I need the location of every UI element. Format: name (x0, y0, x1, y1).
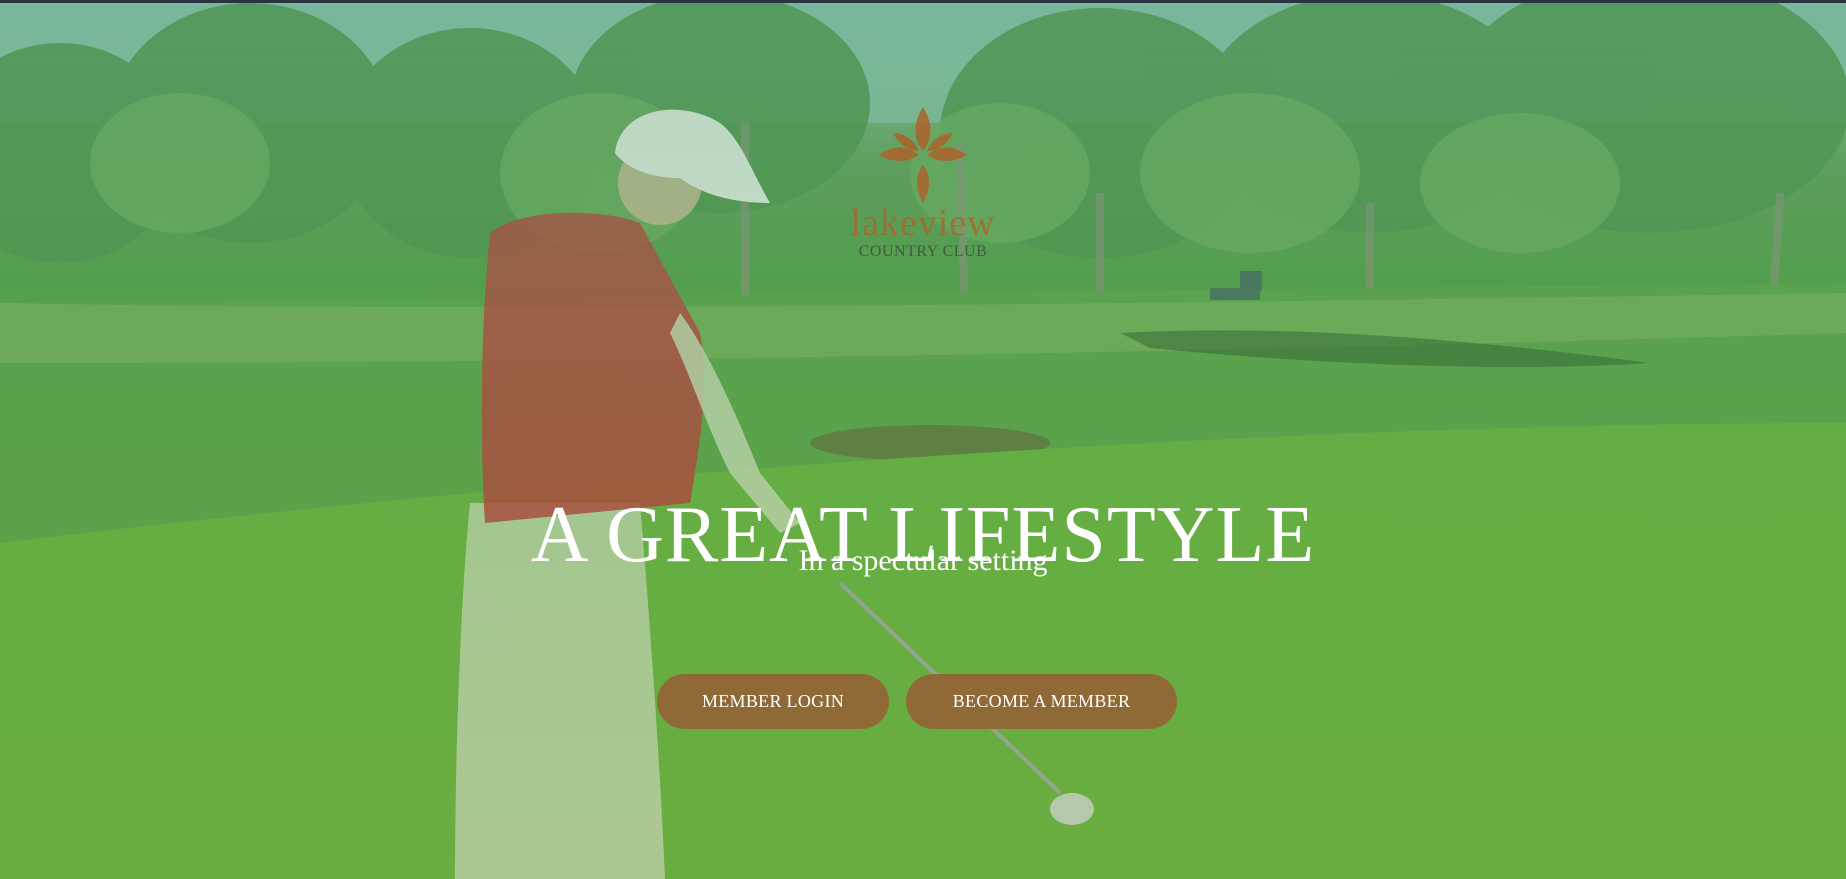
lakeview-flower-logo-icon (879, 107, 967, 203)
member-login-button[interactable]: MEMBER LOGIN (657, 674, 889, 729)
hero-subtitle: In a spectular setting (798, 544, 1048, 577)
club-logo[interactable]: lakeview COUNTRY CLUB (0, 103, 1846, 261)
become-member-button[interactable]: BECOME A MEMBER (906, 674, 1177, 729)
logo-wordmark: lakeview (850, 202, 996, 244)
logo-tagline: COUNTRY CLUB (858, 243, 988, 260)
hero-section: lakeview COUNTRY CLUB A GREAT LIFESTYLE … (0, 3, 1846, 879)
